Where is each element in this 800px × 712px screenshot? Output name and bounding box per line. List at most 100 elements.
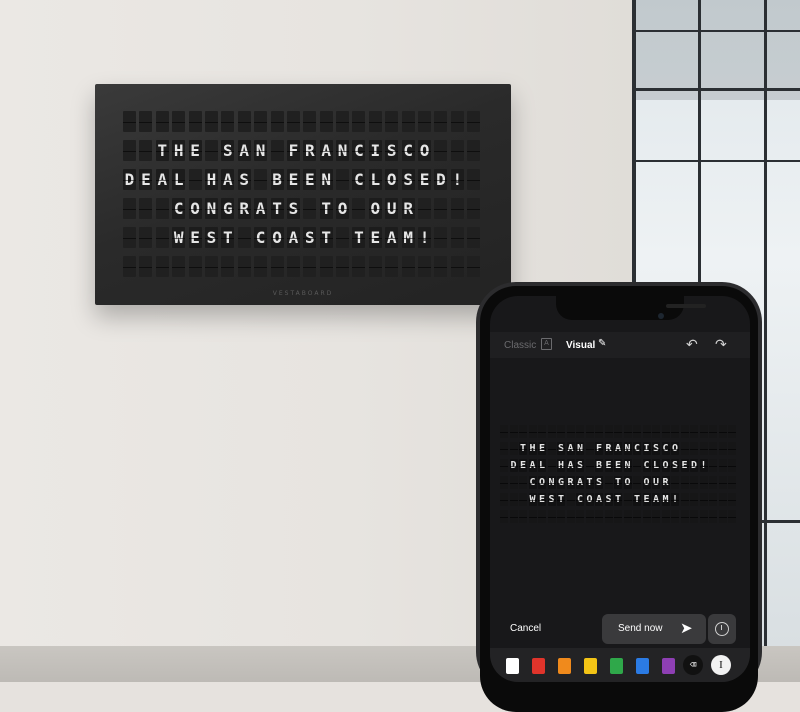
- flap-cell: S: [547, 493, 556, 506]
- flap-cell: S: [385, 140, 399, 161]
- flap-cell: [155, 198, 169, 219]
- flap-cell: A: [614, 442, 622, 455]
- flap-cell: [699, 510, 708, 523]
- flap-cell: [204, 111, 218, 132]
- flap-cell: [385, 256, 399, 277]
- cancel-button[interactable]: Cancel: [510, 623, 541, 634]
- flap-cell: E: [188, 227, 202, 248]
- flap-cell: F: [595, 442, 603, 455]
- color-swatch[interactable]: [636, 658, 649, 674]
- flap-cell: E: [642, 493, 651, 506]
- flap-cell: [303, 198, 317, 219]
- flap-cell: [352, 111, 366, 132]
- flap-cell: E: [303, 169, 317, 190]
- classic-text-icon[interactable]: A: [541, 338, 552, 350]
- flap-cell: E: [368, 227, 382, 248]
- redo-icon[interactable]: ↷: [715, 336, 727, 353]
- preview-row: D E A L H A S B E E N C L O S E D!: [500, 459, 738, 476]
- send-now-button[interactable]: Send now ➤: [602, 614, 706, 644]
- color-swatch[interactable]: [610, 658, 623, 674]
- board-row: CONGRATSTOOUR: [123, 198, 484, 227]
- text-cursor-icon[interactable]: I: [711, 655, 731, 675]
- flap-cell: [204, 256, 218, 277]
- flap-cell: L: [538, 459, 546, 472]
- color-swatch[interactable]: [506, 658, 519, 674]
- eraser-icon[interactable]: ⌫: [683, 655, 703, 675]
- flap-cell: C: [642, 459, 651, 472]
- flap-cell: S: [401, 169, 415, 190]
- flap-cell: [500, 425, 508, 438]
- flap-cell: A: [595, 493, 603, 506]
- color-swatch[interactable]: [558, 658, 571, 674]
- undo-icon[interactable]: ↶: [686, 336, 698, 353]
- board-preview[interactable]: T H E S A N F R A N C I S C O D E A L H A S B E E N C L O S E D! C O N G R A T…: [500, 425, 738, 527]
- board-row: [123, 256, 484, 285]
- flap-cell: E: [614, 459, 622, 472]
- flap-cell: [699, 442, 708, 455]
- flap-cell: C: [352, 140, 366, 161]
- flap-cell: E: [538, 442, 546, 455]
- flap-cell: [528, 425, 537, 438]
- flap-cell: T: [633, 493, 641, 506]
- flap-cell: D: [690, 459, 698, 472]
- flap-cell: [188, 256, 202, 277]
- tab-classic[interactable]: Classic: [504, 340, 536, 351]
- flap-cell: [633, 476, 641, 489]
- flap-cell: [500, 510, 508, 523]
- flap-cell: [709, 442, 717, 455]
- flap-cell: [709, 459, 717, 472]
- flap-cell: [690, 493, 698, 506]
- tab-visual[interactable]: Visual: [566, 340, 595, 351]
- flap-cell: [728, 476, 736, 489]
- flap-cell: [680, 442, 689, 455]
- flap-cell: E: [519, 459, 527, 472]
- flap-cell: [633, 459, 641, 472]
- schedule-button[interactable]: [708, 614, 736, 644]
- color-swatch[interactable]: [662, 658, 675, 674]
- flap-cell: S: [221, 140, 235, 161]
- flap-cell: [671, 425, 679, 438]
- flap-cell: L: [172, 169, 186, 190]
- flap-cell: A: [385, 227, 399, 248]
- flap-cell: S: [671, 459, 679, 472]
- flap-cell: A: [254, 198, 268, 219]
- flap-cell: [585, 510, 594, 523]
- flap-cell: [585, 425, 594, 438]
- flap-cell: [500, 476, 508, 489]
- flap-cell: [303, 111, 317, 132]
- color-swatch[interactable]: [584, 658, 597, 674]
- flap-cell: T: [614, 493, 622, 506]
- flap-cell: M: [661, 493, 670, 506]
- flap-cell: [434, 140, 448, 161]
- flap-cell: [418, 256, 432, 277]
- flap-cell: [519, 476, 527, 489]
- flap-cell: [671, 476, 679, 489]
- flap-cell: S: [286, 198, 300, 219]
- flap-cell: [652, 425, 660, 438]
- flap-cell: [690, 510, 698, 523]
- flap-cell: [270, 256, 284, 277]
- flap-cell: [623, 510, 632, 523]
- flap-cell: [680, 510, 689, 523]
- flap-cell: [519, 425, 527, 438]
- flap-cell: !: [671, 493, 679, 506]
- flap-cell: F: [286, 140, 300, 161]
- color-swatch[interactable]: [532, 658, 545, 674]
- flap-cell: A: [566, 459, 575, 472]
- flap-cell: [680, 493, 689, 506]
- flap-cell: [519, 510, 527, 523]
- flap-cell: [368, 256, 382, 277]
- flap-cell: [671, 510, 679, 523]
- flap-cell: [604, 510, 613, 523]
- flap-cell: [576, 510, 584, 523]
- flap-cell: [709, 493, 717, 506]
- flap-cell: R: [303, 140, 317, 161]
- flap-cell: B: [270, 169, 284, 190]
- notch: [556, 296, 706, 320]
- flap-cell: S: [557, 442, 565, 455]
- flap-cell: [385, 111, 399, 132]
- flap-cell: R: [237, 198, 251, 219]
- flap-cell: [418, 198, 432, 219]
- flap-cell: [728, 459, 736, 472]
- flap-cell: [604, 425, 613, 438]
